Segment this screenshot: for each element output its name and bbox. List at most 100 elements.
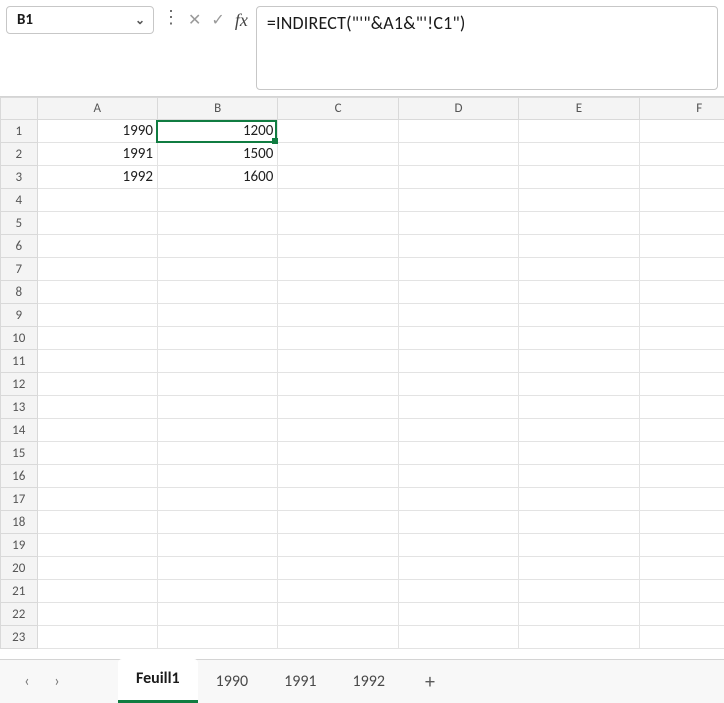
cell-B3[interactable]: 1600 [157,166,277,189]
cell-F22[interactable] [639,603,724,626]
cell-B22[interactable] [157,603,277,626]
cell-F8[interactable] [639,281,724,304]
cell-D6[interactable] [398,235,518,258]
cell-B5[interactable] [157,212,277,235]
column-header-E[interactable]: E [519,98,639,120]
cell-B4[interactable] [157,189,277,212]
cell-E3[interactable] [519,166,639,189]
row-header-18[interactable]: 18 [1,511,38,534]
row-header-23[interactable]: 23 [1,626,38,649]
add-sheet-button[interactable]: + [425,670,435,694]
cell-F16[interactable] [639,465,724,488]
cell-A2[interactable]: 1991 [37,143,157,166]
cell-D14[interactable] [398,419,518,442]
cell-A10[interactable] [37,327,157,350]
cell-D12[interactable] [398,373,518,396]
cell-A3[interactable]: 1992 [37,166,157,189]
cell-F15[interactable] [639,442,724,465]
cell-F14[interactable] [639,419,724,442]
cell-E10[interactable] [519,327,639,350]
column-header-F[interactable]: F [639,98,724,120]
cell-C21[interactable] [278,580,398,603]
row-header-9[interactable]: 9 [1,304,38,327]
cell-C11[interactable] [278,350,398,373]
cell-C23[interactable] [278,626,398,649]
cell-E19[interactable] [519,534,639,557]
row-header-16[interactable]: 16 [1,465,38,488]
cell-F17[interactable] [639,488,724,511]
cell-F18[interactable] [639,511,724,534]
cell-A1[interactable]: 1990 [37,120,157,143]
cell-C22[interactable] [278,603,398,626]
cell-D11[interactable] [398,350,518,373]
sheet-tab-1992[interactable]: 1992 [335,662,403,703]
cell-A16[interactable] [37,465,157,488]
cell-F13[interactable] [639,396,724,419]
select-all-corner[interactable] [1,98,38,120]
column-header-A[interactable]: A [37,98,157,120]
cell-C13[interactable] [278,396,398,419]
cell-B13[interactable] [157,396,277,419]
cell-D16[interactable] [398,465,518,488]
cell-E11[interactable] [519,350,639,373]
row-header-15[interactable]: 15 [1,442,38,465]
cell-B12[interactable] [157,373,277,396]
row-header-22[interactable]: 22 [1,603,38,626]
cell-D2[interactable] [398,143,518,166]
cell-A8[interactable] [37,281,157,304]
row-header-19[interactable]: 19 [1,534,38,557]
cell-D5[interactable] [398,212,518,235]
cell-E18[interactable] [519,511,639,534]
cell-B19[interactable] [157,534,277,557]
cell-D3[interactable] [398,166,518,189]
cell-A14[interactable] [37,419,157,442]
cell-F7[interactable] [639,258,724,281]
cell-F4[interactable] [639,189,724,212]
cell-E20[interactable] [519,557,639,580]
cell-D13[interactable] [398,396,518,419]
cell-C19[interactable] [278,534,398,557]
spreadsheet-grid[interactable]: ABCDEF1199012002199115003199216004567891… [0,96,724,659]
cell-B21[interactable] [157,580,277,603]
cell-C18[interactable] [278,511,398,534]
cell-A15[interactable] [37,442,157,465]
cell-D20[interactable] [398,557,518,580]
cell-A17[interactable] [37,488,157,511]
tab-nav-next[interactable]: › [44,669,70,695]
cell-E9[interactable] [519,304,639,327]
cell-B1[interactable]: 1200 [157,120,277,143]
tab-nav-prev[interactable]: ‹ [14,669,40,695]
cell-B9[interactable] [157,304,277,327]
fx-icon[interactable]: fx [235,10,248,31]
cell-F19[interactable] [639,534,724,557]
cell-F23[interactable] [639,626,724,649]
cell-A4[interactable] [37,189,157,212]
row-header-21[interactable]: 21 [1,580,38,603]
row-header-2[interactable]: 2 [1,143,38,166]
cell-B20[interactable] [157,557,277,580]
cell-B7[interactable] [157,258,277,281]
cell-A11[interactable] [37,350,157,373]
cell-F2[interactable] [639,143,724,166]
cell-C15[interactable] [278,442,398,465]
cell-E7[interactable] [519,258,639,281]
cell-F10[interactable] [639,327,724,350]
row-header-6[interactable]: 6 [1,235,38,258]
cell-E16[interactable] [519,465,639,488]
cell-C20[interactable] [278,557,398,580]
cell-F20[interactable] [639,557,724,580]
cell-F5[interactable] [639,212,724,235]
cell-B15[interactable] [157,442,277,465]
cell-E2[interactable] [519,143,639,166]
cell-C17[interactable] [278,488,398,511]
cell-E21[interactable] [519,580,639,603]
name-box[interactable]: B1 ⌄ [6,6,154,34]
cell-E14[interactable] [519,419,639,442]
column-header-C[interactable]: C [278,98,398,120]
row-header-11[interactable]: 11 [1,350,38,373]
row-header-8[interactable]: 8 [1,281,38,304]
sheet-tab-Feuill1[interactable]: Feuill1 [118,659,198,703]
cell-B2[interactable]: 1500 [157,143,277,166]
cell-E8[interactable] [519,281,639,304]
row-header-10[interactable]: 10 [1,327,38,350]
